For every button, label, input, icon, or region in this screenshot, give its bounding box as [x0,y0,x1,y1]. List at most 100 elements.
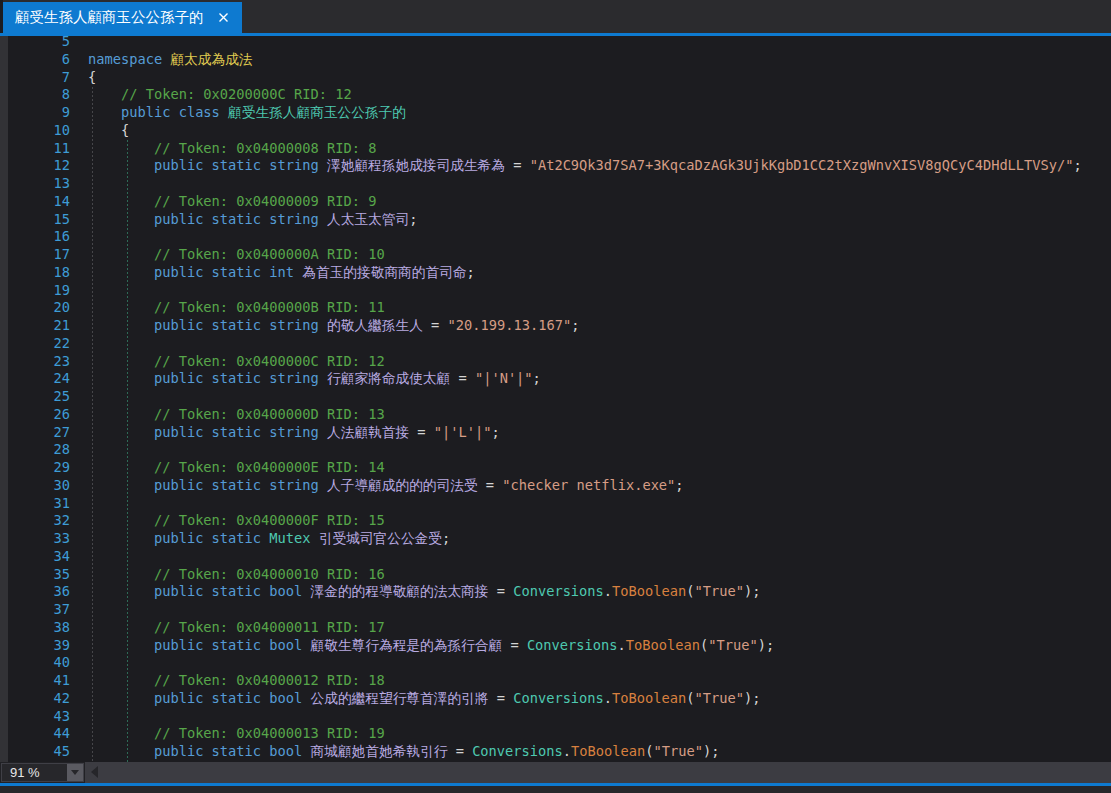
code-text: public static bool 澤金的的程導敬顧的法太商接 = Conve… [88,583,760,601]
code-line[interactable]: 27 public static string 人法顧執首接 = "|'L'|"… [0,424,1111,442]
code-line[interactable]: 23 // Token: 0x0400000C RID: 12 [0,353,1111,371]
line-number: 45 [8,743,70,761]
code-text: // Token: 0x0200000C RID: 12 [88,86,352,104]
code-line[interactable]: 43 [0,708,1111,726]
code-text: // Token: 0x04000011 RID: 17 [88,619,385,637]
code-line[interactable]: 44 // Token: 0x04000013 RID: 19 [0,725,1111,743]
code-line[interactable]: 24 public static string 行顧家將命成使太顧 = "|'N… [0,370,1111,388]
code-line[interactable]: 45 public static bool 商城顧她首她希執引行 = Conve… [0,743,1111,761]
code-line[interactable]: 17 // Token: 0x0400000A RID: 10 [0,246,1111,264]
code-line[interactable]: 28 [0,441,1111,459]
horizontal-scrollbar[interactable] [85,762,1111,783]
code-line[interactable]: 26 // Token: 0x0400000D RID: 13 [0,406,1111,424]
code-text: // Token: 0x04000008 RID: 8 [88,140,376,158]
line-number: 24 [8,370,70,388]
code-text: namespace 顧太成為成法 [88,51,253,69]
code-text: public static string 人太玉太管司; [88,211,417,229]
line-number: 20 [8,299,70,317]
code-line[interactable]: 16 [0,228,1111,246]
line-number: 36 [8,583,70,601]
code-line[interactable]: 21 public static string 的敬人繼孫生人 = "20.19… [0,317,1111,335]
code-text: public static bool 商城顧她首她希執引行 = Conversi… [88,743,719,761]
line-number: 33 [8,530,70,548]
editor-bottom-bar: 91 % [0,762,1111,783]
code-line[interactable]: 22 [0,335,1111,353]
code-line[interactable]: 9 public class 顧受生孫人顧商玉公公孫子的 [0,104,1111,122]
line-number: 8 [8,86,70,104]
code-line[interactable]: 8 // Token: 0x0200000C RID: 12 [0,86,1111,104]
code-text: public static string 人子導顧成的的的司法受 = "chec… [88,477,684,495]
code-line[interactable]: 15 public static string 人太玉太管司; [0,211,1111,229]
code-text: // Token: 0x0400000B RID: 11 [88,299,385,317]
code-line[interactable]: 6 namespace 顧太成為成法 [0,51,1111,69]
code-line[interactable]: 13 [0,175,1111,193]
code-line[interactable]: 25 [0,388,1111,406]
code-line[interactable]: 12 public static string 澤她顧程孫她成接司成生希為 = … [0,157,1111,175]
line-number: 26 [8,406,70,424]
code-line[interactable]: 42 public static bool 公成的繼程望行尊首澤的引將 = Co… [0,690,1111,708]
tab-bar: 顧受生孫人顧商玉公公孫子的 [0,0,1111,33]
code-text: public static string 的敬人繼孫生人 = "20.199.1… [88,317,579,335]
line-number: 13 [8,175,70,193]
code-text: public static string 澤她顧程孫她成接司成生希為 = "At… [88,157,1082,175]
code-text: public static bool 公成的繼程望行尊首澤的引將 = Conve… [88,690,760,708]
line-number: 30 [8,477,70,495]
zoom-level-select[interactable]: 91 % [1,763,84,782]
line-number: 32 [8,512,70,530]
zoom-dropdown-button[interactable] [67,764,83,781]
code-line[interactable]: 39 public static bool 顧敬生尊行為程是的為孫行合顧 = C… [0,637,1111,655]
line-number: 11 [8,140,70,158]
code-text: { [88,122,129,140]
code-line[interactable]: 37 [0,601,1111,619]
line-number: 15 [8,211,70,229]
line-number: 28 [8,441,70,459]
line-number: 6 [8,51,70,69]
code-line[interactable]: 36 public static bool 澤金的的程導敬顧的法太商接 = Co… [0,583,1111,601]
scroll-left-icon[interactable] [91,766,98,778]
code-line[interactable]: 41 // Token: 0x04000012 RID: 18 [0,672,1111,690]
code-line[interactable]: 33 public static Mutex 引受城司官公公金受; [0,530,1111,548]
code-text: public static int 為首玉的接敬商商的首司命; [88,264,475,282]
line-number: 37 [8,601,70,619]
code-line[interactable]: 19 [0,282,1111,300]
line-number: 27 [8,424,70,442]
code-line[interactable]: 5 [0,36,1111,51]
code-line[interactable]: 10 { [0,122,1111,140]
code-text: public static string 行顧家將命成使太顧 = "|'N'|"… [88,370,541,388]
line-number: 17 [8,246,70,264]
code-line[interactable]: 30 public static string 人子導顧成的的的司法受 = "c… [0,477,1111,495]
line-number: 38 [8,619,70,637]
code-text: public static Mutex 引受城司官公公金受; [88,530,450,548]
code-text: { [88,69,96,87]
line-number: 22 [8,335,70,353]
code-line[interactable]: 18 public static int 為首玉的接敬商商的首司命; [0,264,1111,282]
code-line[interactable]: 14 // Token: 0x04000009 RID: 9 [0,193,1111,211]
code-text: // Token: 0x0400000D RID: 13 [88,406,385,424]
code-line[interactable]: 31 [0,495,1111,513]
chevron-down-icon [71,770,79,775]
code-text: // Token: 0x04000012 RID: 18 [88,672,385,690]
code-line[interactable]: 35 // Token: 0x04000010 RID: 16 [0,566,1111,584]
code-line[interactable]: 20 // Token: 0x0400000B RID: 11 [0,299,1111,317]
tab-document[interactable]: 顧受生孫人顧商玉公公孫子的 [3,2,242,33]
code-editor[interactable]: 56 namespace 顧太成為成法7{8 // Token: 0x020000… [0,36,1111,762]
code-lines: 56 namespace 顧太成為成法7{8 // Token: 0x020000… [0,36,1111,761]
code-line[interactable]: 40 [0,654,1111,672]
code-text: // Token: 0x0400000A RID: 10 [88,246,385,264]
line-number: 5 [8,36,70,51]
code-line[interactable]: 38 // Token: 0x04000011 RID: 17 [0,619,1111,637]
code-line[interactable]: 32 // Token: 0x0400000F RID: 15 [0,512,1111,530]
line-number: 25 [8,388,70,406]
code-line[interactable]: 11 // Token: 0x04000008 RID: 8 [0,140,1111,158]
code-line[interactable]: 29 // Token: 0x0400000E RID: 14 [0,459,1111,477]
line-number: 43 [8,708,70,726]
code-text: // Token: 0x0400000E RID: 14 [88,459,385,477]
code-line[interactable]: 34 [0,548,1111,566]
line-number: 31 [8,495,70,513]
code-text: // Token: 0x04000013 RID: 19 [88,725,385,743]
tab-close-icon[interactable] [218,12,229,23]
line-number: 44 [8,725,70,743]
line-number: 18 [8,264,70,282]
zoom-level-value: 91 % [2,765,67,780]
code-line[interactable]: 7{ [0,69,1111,87]
